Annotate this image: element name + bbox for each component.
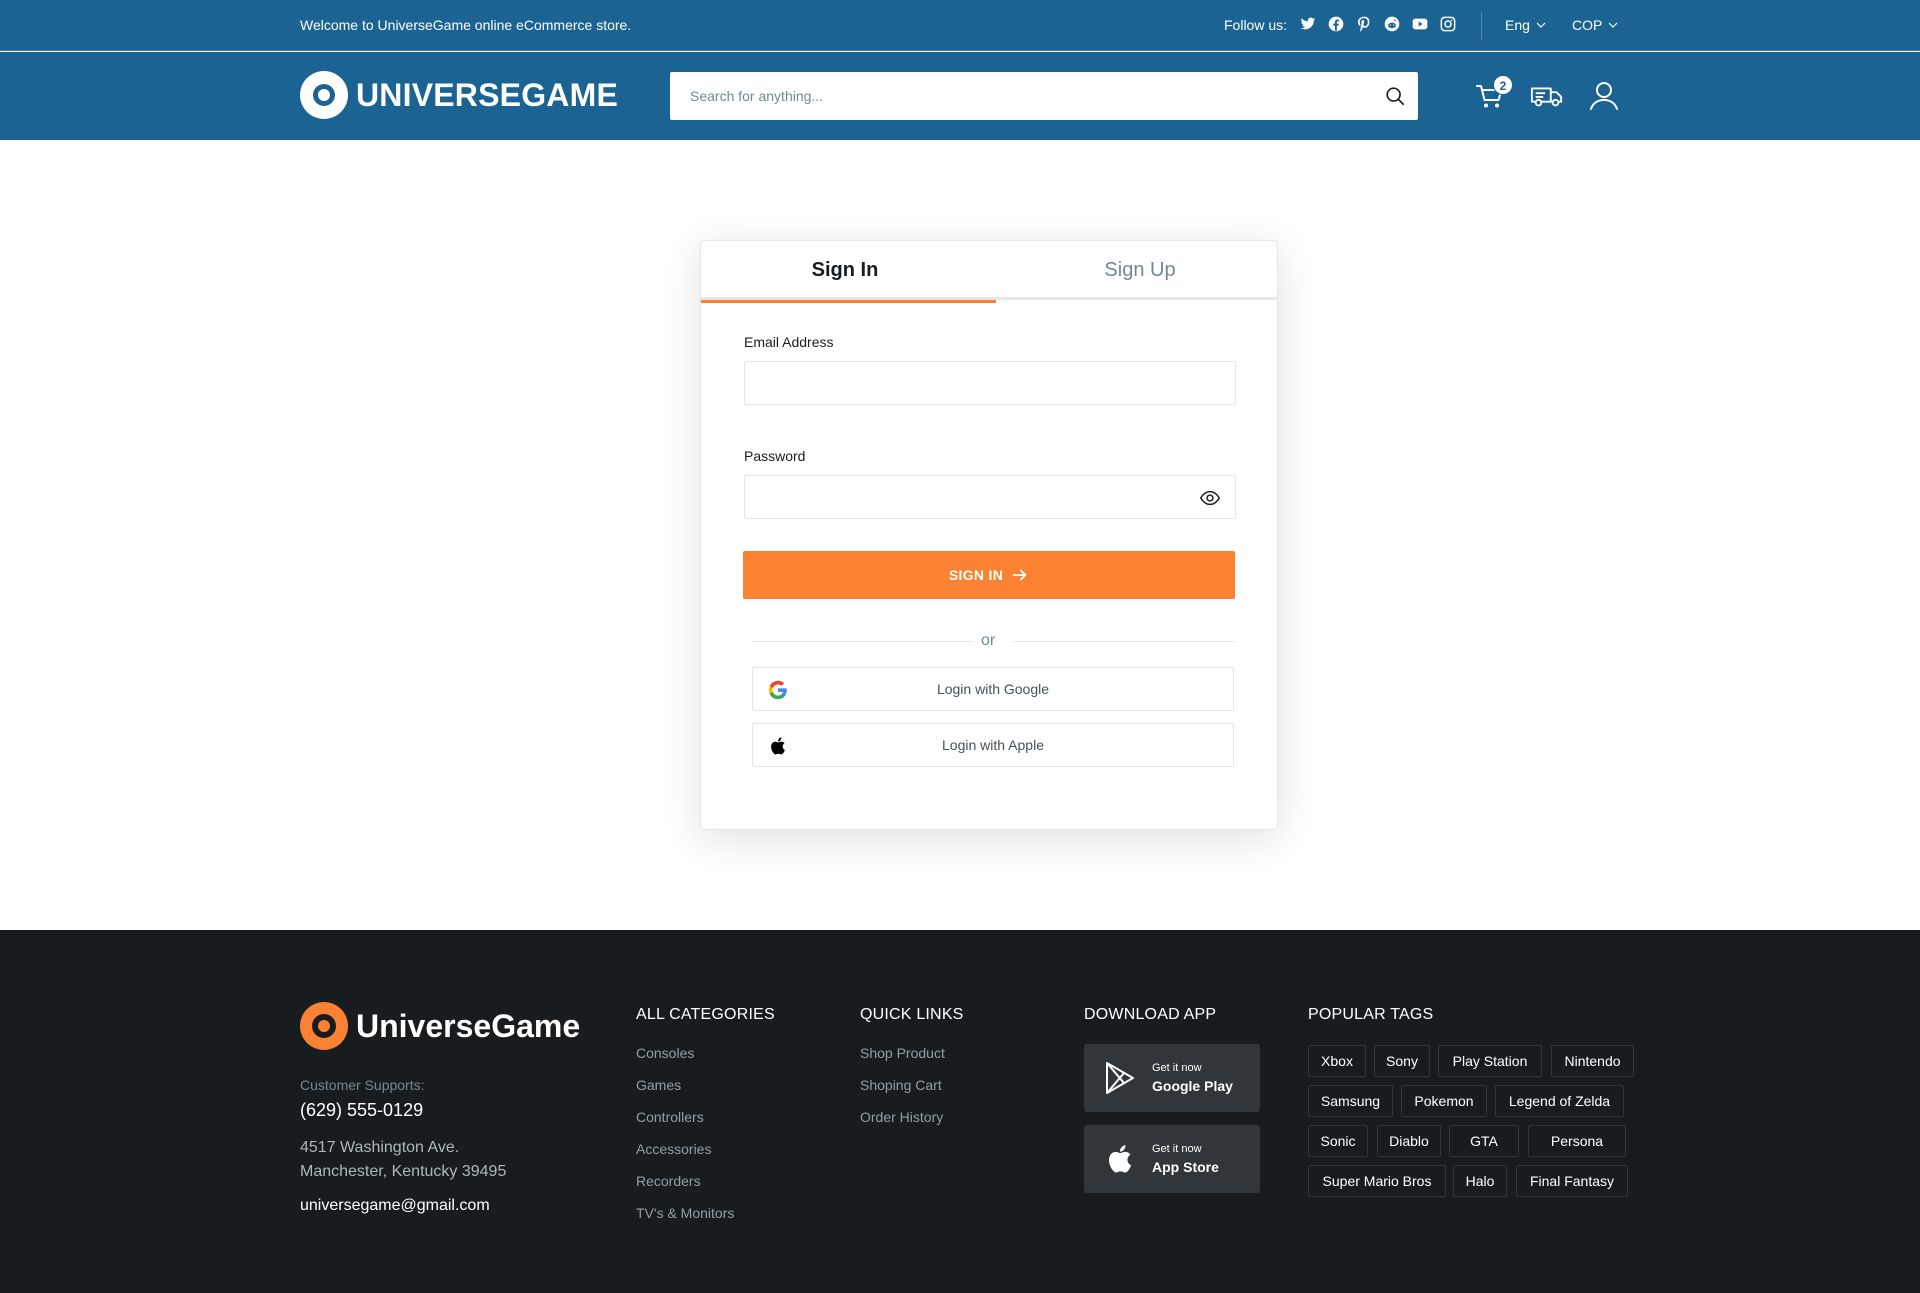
tag-chip[interactable]: Nintendo <box>1551 1045 1634 1077</box>
cart-count-badge: 2 <box>1493 75 1513 95</box>
chevron-down-icon <box>1536 22 1546 28</box>
social-links <box>1300 16 1456 32</box>
tag-chip[interactable]: Legend of Zelda <box>1495 1085 1624 1117</box>
auth-tabs: Sign In Sign Up <box>701 241 1277 303</box>
logo-icon <box>300 71 348 119</box>
quick-links-title: QUICK LINKS <box>860 1006 964 1023</box>
quick-link[interactable]: Order History <box>860 1109 945 1141</box>
tag-chip[interactable]: Samsung <box>1308 1085 1393 1117</box>
apple-icon <box>1108 1145 1132 1173</box>
currency-value: COP <box>1572 17 1603 33</box>
tag-chip[interactable]: Sonic <box>1308 1125 1368 1157</box>
search-bar <box>670 72 1418 120</box>
main-header: UNIVERSEGAME 2 <box>0 52 1920 140</box>
language-select[interactable]: Eng <box>1505 17 1546 33</box>
pinterest-icon[interactable] <box>1356 16 1372 32</box>
account-button[interactable] <box>1587 79 1621 113</box>
footer-logo-icon <box>300 1002 348 1050</box>
tag-chip[interactable]: Diablo <box>1377 1125 1441 1157</box>
or-separator: or <box>981 632 996 649</box>
email-field[interactable] <box>745 362 1235 404</box>
tag-chip[interactable]: Persona <box>1528 1125 1626 1157</box>
user-icon <box>1590 82 1618 110</box>
address-line-2: Manchester, Kentucky 39495 <box>300 1163 507 1180</box>
tab-sign-in[interactable]: Sign In <box>701 241 996 303</box>
search-icon[interactable] <box>1384 85 1406 107</box>
google-play-small: Get it now <box>1152 1062 1202 1074</box>
support-email[interactable]: universegame@gmail.com <box>300 1197 490 1215</box>
quick-link[interactable]: Shop Product <box>860 1045 945 1077</box>
category-link[interactable]: Consoles <box>636 1045 734 1077</box>
tag-chip[interactable]: GTA <box>1449 1125 1519 1157</box>
tag-chip[interactable]: Super Mario Bros <box>1308 1165 1446 1197</box>
apple-login-label: Login with Apple <box>942 737 1044 753</box>
cart-button[interactable]: 2 <box>1474 75 1513 113</box>
language-value: Eng <box>1505 17 1530 33</box>
quick-links-list: Shop Product Shoping Cart Order History <box>860 1045 945 1141</box>
google-play-label: Google Play <box>1152 1078 1233 1094</box>
auth-card: Sign In Sign Up Email Address Password S… <box>700 240 1278 830</box>
google-play-button[interactable]: Get it now Google Play <box>1084 1044 1260 1112</box>
tag-chip[interactable]: Pokemon <box>1401 1085 1487 1117</box>
youtube-icon[interactable] <box>1412 16 1428 32</box>
facebook-icon[interactable] <box>1328 16 1344 32</box>
chevron-down-icon <box>1608 22 1618 28</box>
password-field-wrapper <box>744 475 1236 519</box>
topbar-divider <box>1481 12 1482 40</box>
tag-chip[interactable]: Play Station <box>1438 1045 1542 1077</box>
tag-chip[interactable]: Halo <box>1453 1165 1507 1197</box>
category-link[interactable]: Controllers <box>636 1109 734 1141</box>
google-play-icon <box>1106 1062 1134 1094</box>
truck-icon <box>1530 87 1563 107</box>
divider-left <box>752 641 972 642</box>
email-label: Email Address <box>744 334 834 350</box>
track-order-button[interactable] <box>1530 79 1566 113</box>
tag-chip[interactable]: Sony <box>1374 1045 1430 1077</box>
divider-right <box>1013 641 1235 642</box>
password-label: Password <box>744 448 806 464</box>
sign-in-button[interactable]: SIGN IN <box>743 551 1235 599</box>
app-store-small: Get it now <box>1152 1143 1202 1155</box>
app-store-button[interactable]: Get it now App Store <box>1084 1125 1260 1193</box>
reddit-icon[interactable] <box>1384 16 1400 32</box>
tab-sign-up[interactable]: Sign Up <box>996 241 1284 300</box>
login-google-button[interactable]: Login with Google <box>752 667 1234 711</box>
category-link[interactable]: TV's & Monitors <box>636 1205 734 1237</box>
currency-select[interactable]: COP <box>1572 17 1618 33</box>
quick-link[interactable]: Shoping Cart <box>860 1077 945 1109</box>
site-footer: UniverseGame Customer Supports: (629) 55… <box>0 930 1920 1293</box>
twitter-icon[interactable] <box>1300 16 1316 32</box>
tag-chip[interactable]: Xbox <box>1308 1045 1366 1077</box>
footer-logo-text: UniverseGame <box>356 1007 581 1044</box>
search-input[interactable] <box>670 72 1370 120</box>
eye-icon[interactable] <box>1199 487 1221 509</box>
download-app-title: DOWNLOAD APP <box>1084 1006 1217 1023</box>
popular-tags-title: POPULAR TAGS <box>1308 1006 1434 1023</box>
sign-in-label: SIGN IN <box>948 567 1004 583</box>
categories-title: ALL CATEGORIES <box>636 1006 775 1023</box>
follow-us-label: Follow us: <box>1224 17 1288 33</box>
login-apple-button[interactable]: Login with Apple <box>752 723 1234 767</box>
footer-logo[interactable]: UniverseGame <box>300 1002 580 1050</box>
logo-text: UNIVERSEGAME <box>356 76 618 113</box>
category-link[interactable]: Recorders <box>636 1173 734 1205</box>
app-store-label: App Store <box>1152 1159 1219 1175</box>
address-line-1: 4517 Washington Ave. <box>300 1139 460 1156</box>
support-phone[interactable]: (629) 555-0129 <box>300 1100 423 1121</box>
store-address: 4517 Washington Ave. Manchester, Kentuck… <box>300 1136 506 1184</box>
site-logo[interactable]: UNIVERSEGAME <box>300 71 618 119</box>
categories-list: Consoles Games Controllers Accessories R… <box>636 1045 734 1237</box>
category-link[interactable]: Games <box>636 1077 734 1109</box>
support-label: Customer Supports: <box>300 1077 425 1093</box>
email-field-wrapper <box>744 361 1236 405</box>
instagram-icon[interactable] <box>1440 16 1456 32</box>
top-bar: Welcome to UniverseGame online eCommerce… <box>0 0 1920 51</box>
tag-chip[interactable]: Final Fantasy <box>1516 1165 1628 1197</box>
google-login-label: Login with Google <box>936 681 1050 697</box>
arrow-right-icon <box>1012 569 1027 581</box>
welcome-text: Welcome to UniverseGame online eCommerce… <box>300 17 632 33</box>
category-link[interactable]: Accessories <box>636 1141 734 1173</box>
password-field[interactable] <box>745 476 1235 518</box>
